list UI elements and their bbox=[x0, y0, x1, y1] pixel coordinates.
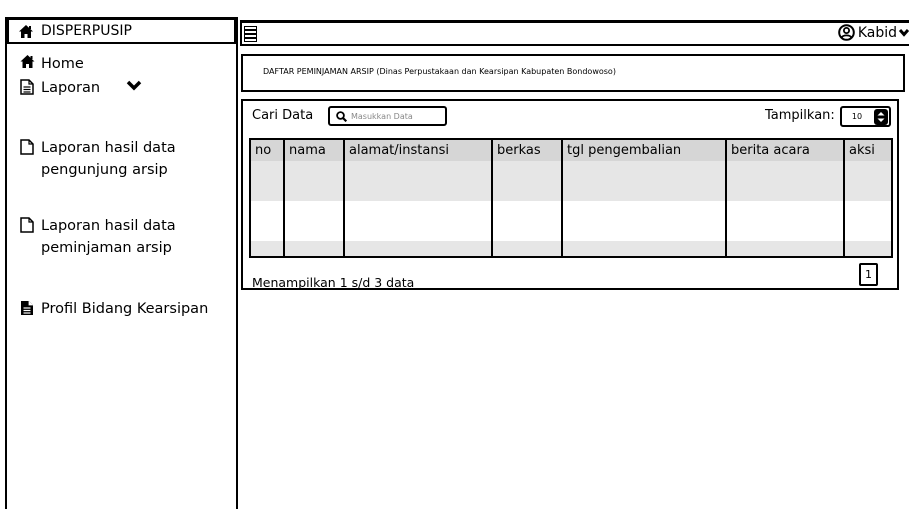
column-header-berita-acara: berita acara bbox=[725, 138, 844, 161]
sidebar-item-label: Laporan bbox=[41, 80, 101, 96]
sidebar-item-text: Laporan hasil data peminjaman arsip bbox=[41, 215, 176, 259]
search-input[interactable] bbox=[351, 111, 441, 121]
user-circle-icon bbox=[838, 24, 855, 41]
sidebar-item-profil[interactable]: Profil Bidang Kearsipan bbox=[18, 298, 208, 320]
sidebar-item-label-line2: peminjaman arsip bbox=[41, 240, 172, 256]
sidebar-item-laporan-peminjaman[interactable]: Laporan hasil data peminjaman arsip bbox=[18, 215, 176, 259]
sidebar-item-home[interactable]: Home bbox=[18, 53, 84, 75]
page-title: DAFTAR PEMINJAMAN ARSIP (Dinas Perpustak… bbox=[241, 54, 905, 92]
search-label: Cari Data bbox=[252, 108, 314, 123]
sidebar-item-laporan-pengunjung[interactable]: Laporan hasil data pengunjung arsip bbox=[18, 137, 176, 181]
document-icon bbox=[18, 79, 36, 95]
sidebar-item-label: Home bbox=[41, 56, 84, 72]
column-header-tgl-pengembalian: tgl pengembalian bbox=[561, 138, 726, 161]
user-menu[interactable]: Kabid bbox=[838, 24, 909, 41]
home-icon bbox=[18, 55, 36, 68]
file-solid-icon bbox=[18, 300, 36, 316]
table-info: Menampilkan 1 s/d 3 data bbox=[252, 275, 415, 290]
data-card: Cari Data Tampilkan: 10 no nama alamat/i… bbox=[241, 99, 899, 290]
pagination-page-1[interactable]: 1 bbox=[859, 263, 878, 286]
hamburger-menu-icon[interactable] bbox=[243, 25, 258, 46]
user-name: Kabid bbox=[857, 24, 897, 41]
topbar: Kabid bbox=[240, 20, 909, 46]
column-header-berkas: berkas bbox=[491, 138, 562, 161]
table-header-row: no nama alamat/instansi berkas tgl penge… bbox=[249, 138, 893, 161]
data-table: no nama alamat/instansi berkas tgl penge… bbox=[249, 138, 893, 258]
chevron-down-icon bbox=[899, 28, 909, 37]
sidebar-item-label: Laporan hasil data bbox=[41, 218, 176, 234]
chevron-down-icon[interactable] bbox=[126, 80, 142, 92]
column-header-nama: nama bbox=[283, 138, 344, 161]
table-row bbox=[249, 161, 893, 201]
table-row bbox=[249, 201, 893, 241]
spinner-icon bbox=[874, 108, 888, 125]
home-icon bbox=[19, 24, 33, 38]
sidebar-item-text: Laporan hasil data pengunjung arsip bbox=[41, 137, 176, 181]
column-header-aksi: aksi bbox=[843, 138, 893, 161]
column-header-alamat: alamat/instansi bbox=[343, 138, 492, 161]
show-entries-value: 10 bbox=[851, 112, 863, 121]
search-box[interactable] bbox=[328, 106, 447, 126]
sidebar-item-label: Profil Bidang Kearsipan bbox=[41, 301, 209, 317]
file-icon bbox=[18, 217, 36, 233]
sidebar: DISPERPUSIP Home Laporan Laporan hasil d… bbox=[5, 17, 238, 509]
show-entries-label: Tampilkan: bbox=[765, 108, 835, 123]
search-icon bbox=[336, 107, 348, 126]
sidebar-item-label-line2: pengunjung arsip bbox=[41, 162, 168, 178]
sidebar-item-laporan[interactable]: Laporan bbox=[18, 77, 142, 99]
brand-name: DISPERPUSIP bbox=[41, 23, 132, 39]
file-icon bbox=[18, 139, 36, 155]
show-entries-select[interactable]: 10 bbox=[840, 106, 891, 127]
sidebar-brand[interactable]: DISPERPUSIP bbox=[7, 17, 236, 44]
sidebar-item-label: Laporan hasil data bbox=[41, 140, 176, 156]
table-row bbox=[249, 241, 893, 258]
column-header-no: no bbox=[249, 138, 284, 161]
